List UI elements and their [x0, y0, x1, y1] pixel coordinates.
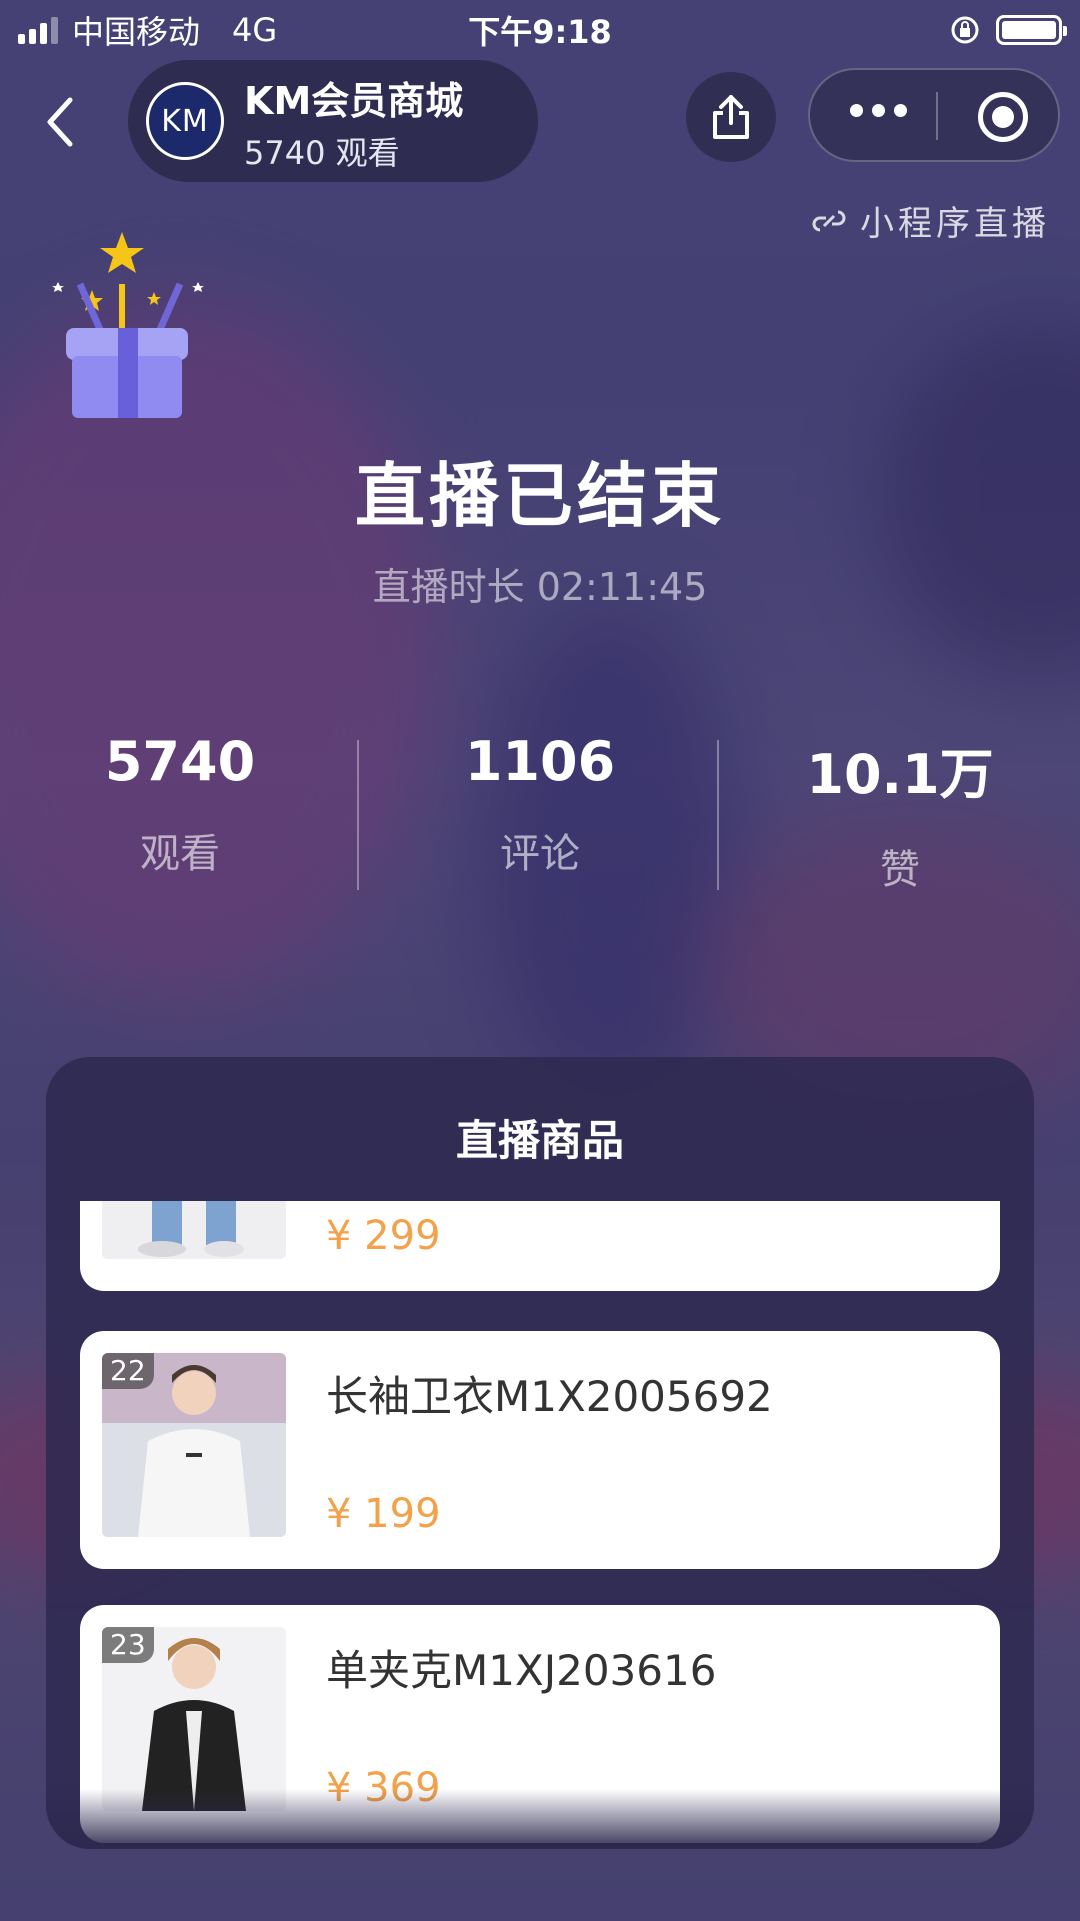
more-icon[interactable]: [850, 104, 907, 117]
link-icon: [812, 210, 846, 231]
stat-value: 1106: [464, 730, 616, 793]
stat-likes: 10.1万 赞: [750, 730, 1050, 895]
product-thumbnail: 22: [102, 1353, 286, 1537]
list-fade-overlay: [46, 1789, 1034, 1849]
signal-icon: [18, 16, 58, 44]
status-bar: 中国移动 4G 下午9:18: [0, 0, 1080, 60]
mini-program-live-label: 小程序直播: [860, 204, 1050, 244]
gift-box-icon[interactable]: [40, 224, 220, 424]
product-card[interactable]: ¥ 299: [80, 1201, 1000, 1291]
panel-title: 直播商品: [455, 1116, 624, 1165]
avatar-text: KM: [161, 103, 209, 139]
share-button[interactable]: [686, 72, 776, 162]
stat-value: 5740: [104, 730, 256, 793]
avatar[interactable]: KM: [146, 82, 224, 160]
live-ended-title: 直播已结束: [355, 455, 725, 537]
live-products-panel: 直播商品 ¥ 299 22 长袖卫衣M1X2005692 ¥ 199 23 单夹…: [46, 1057, 1034, 1849]
stat-views: 5740 观看: [30, 730, 330, 879]
product-name: 长袖卫衣M1X2005692: [326, 1372, 773, 1421]
product-list[interactable]: ¥ 299 22 长袖卫衣M1X2005692 ¥ 199 23 单夹克M1XJ…: [80, 1201, 1000, 1849]
stat-label: 赞: [880, 847, 920, 893]
mini-program-live-tag: 小程序直播: [810, 196, 1050, 245]
product-price: ¥ 299: [326, 1213, 441, 1259]
stat-value: 10.1万: [806, 743, 994, 806]
stat-label: 观看: [140, 831, 220, 877]
live-duration: 直播时长 02:11:45: [372, 565, 708, 609]
product-name: 单夹克M1XJ203616: [326, 1646, 717, 1695]
battery-icon: [996, 15, 1067, 45]
back-icon[interactable]: [40, 92, 80, 152]
room-title: KM会员商城: [244, 79, 464, 123]
product-price: ¥ 199: [326, 1491, 441, 1537]
divider: [717, 740, 719, 890]
mini-program-capsule: [808, 68, 1060, 162]
live-stats: 5740 观看 1106 评论 10.1万 赞: [0, 730, 1080, 900]
product-index-badge: 22: [102, 1353, 154, 1389]
clock: 下午9:18: [468, 13, 612, 51]
orientation-lock-icon: [951, 16, 979, 44]
stat-label: 评论: [500, 831, 580, 877]
close-circle-icon[interactable]: [978, 92, 1028, 142]
product-index-badge: 23: [102, 1627, 154, 1663]
divider: [357, 740, 359, 890]
product-card[interactable]: 22 长袖卫衣M1X2005692 ¥ 199: [80, 1331, 1000, 1569]
stat-comments: 1106 评论: [390, 730, 690, 879]
viewer-count: 5740 观看: [244, 134, 400, 172]
network-label: 4G: [232, 11, 278, 49]
carrier-label: 中国移动: [72, 13, 201, 51]
share-icon: [713, 95, 749, 139]
product-thumbnail: [102, 1201, 286, 1259]
product-thumbnail: 23: [102, 1627, 286, 1811]
